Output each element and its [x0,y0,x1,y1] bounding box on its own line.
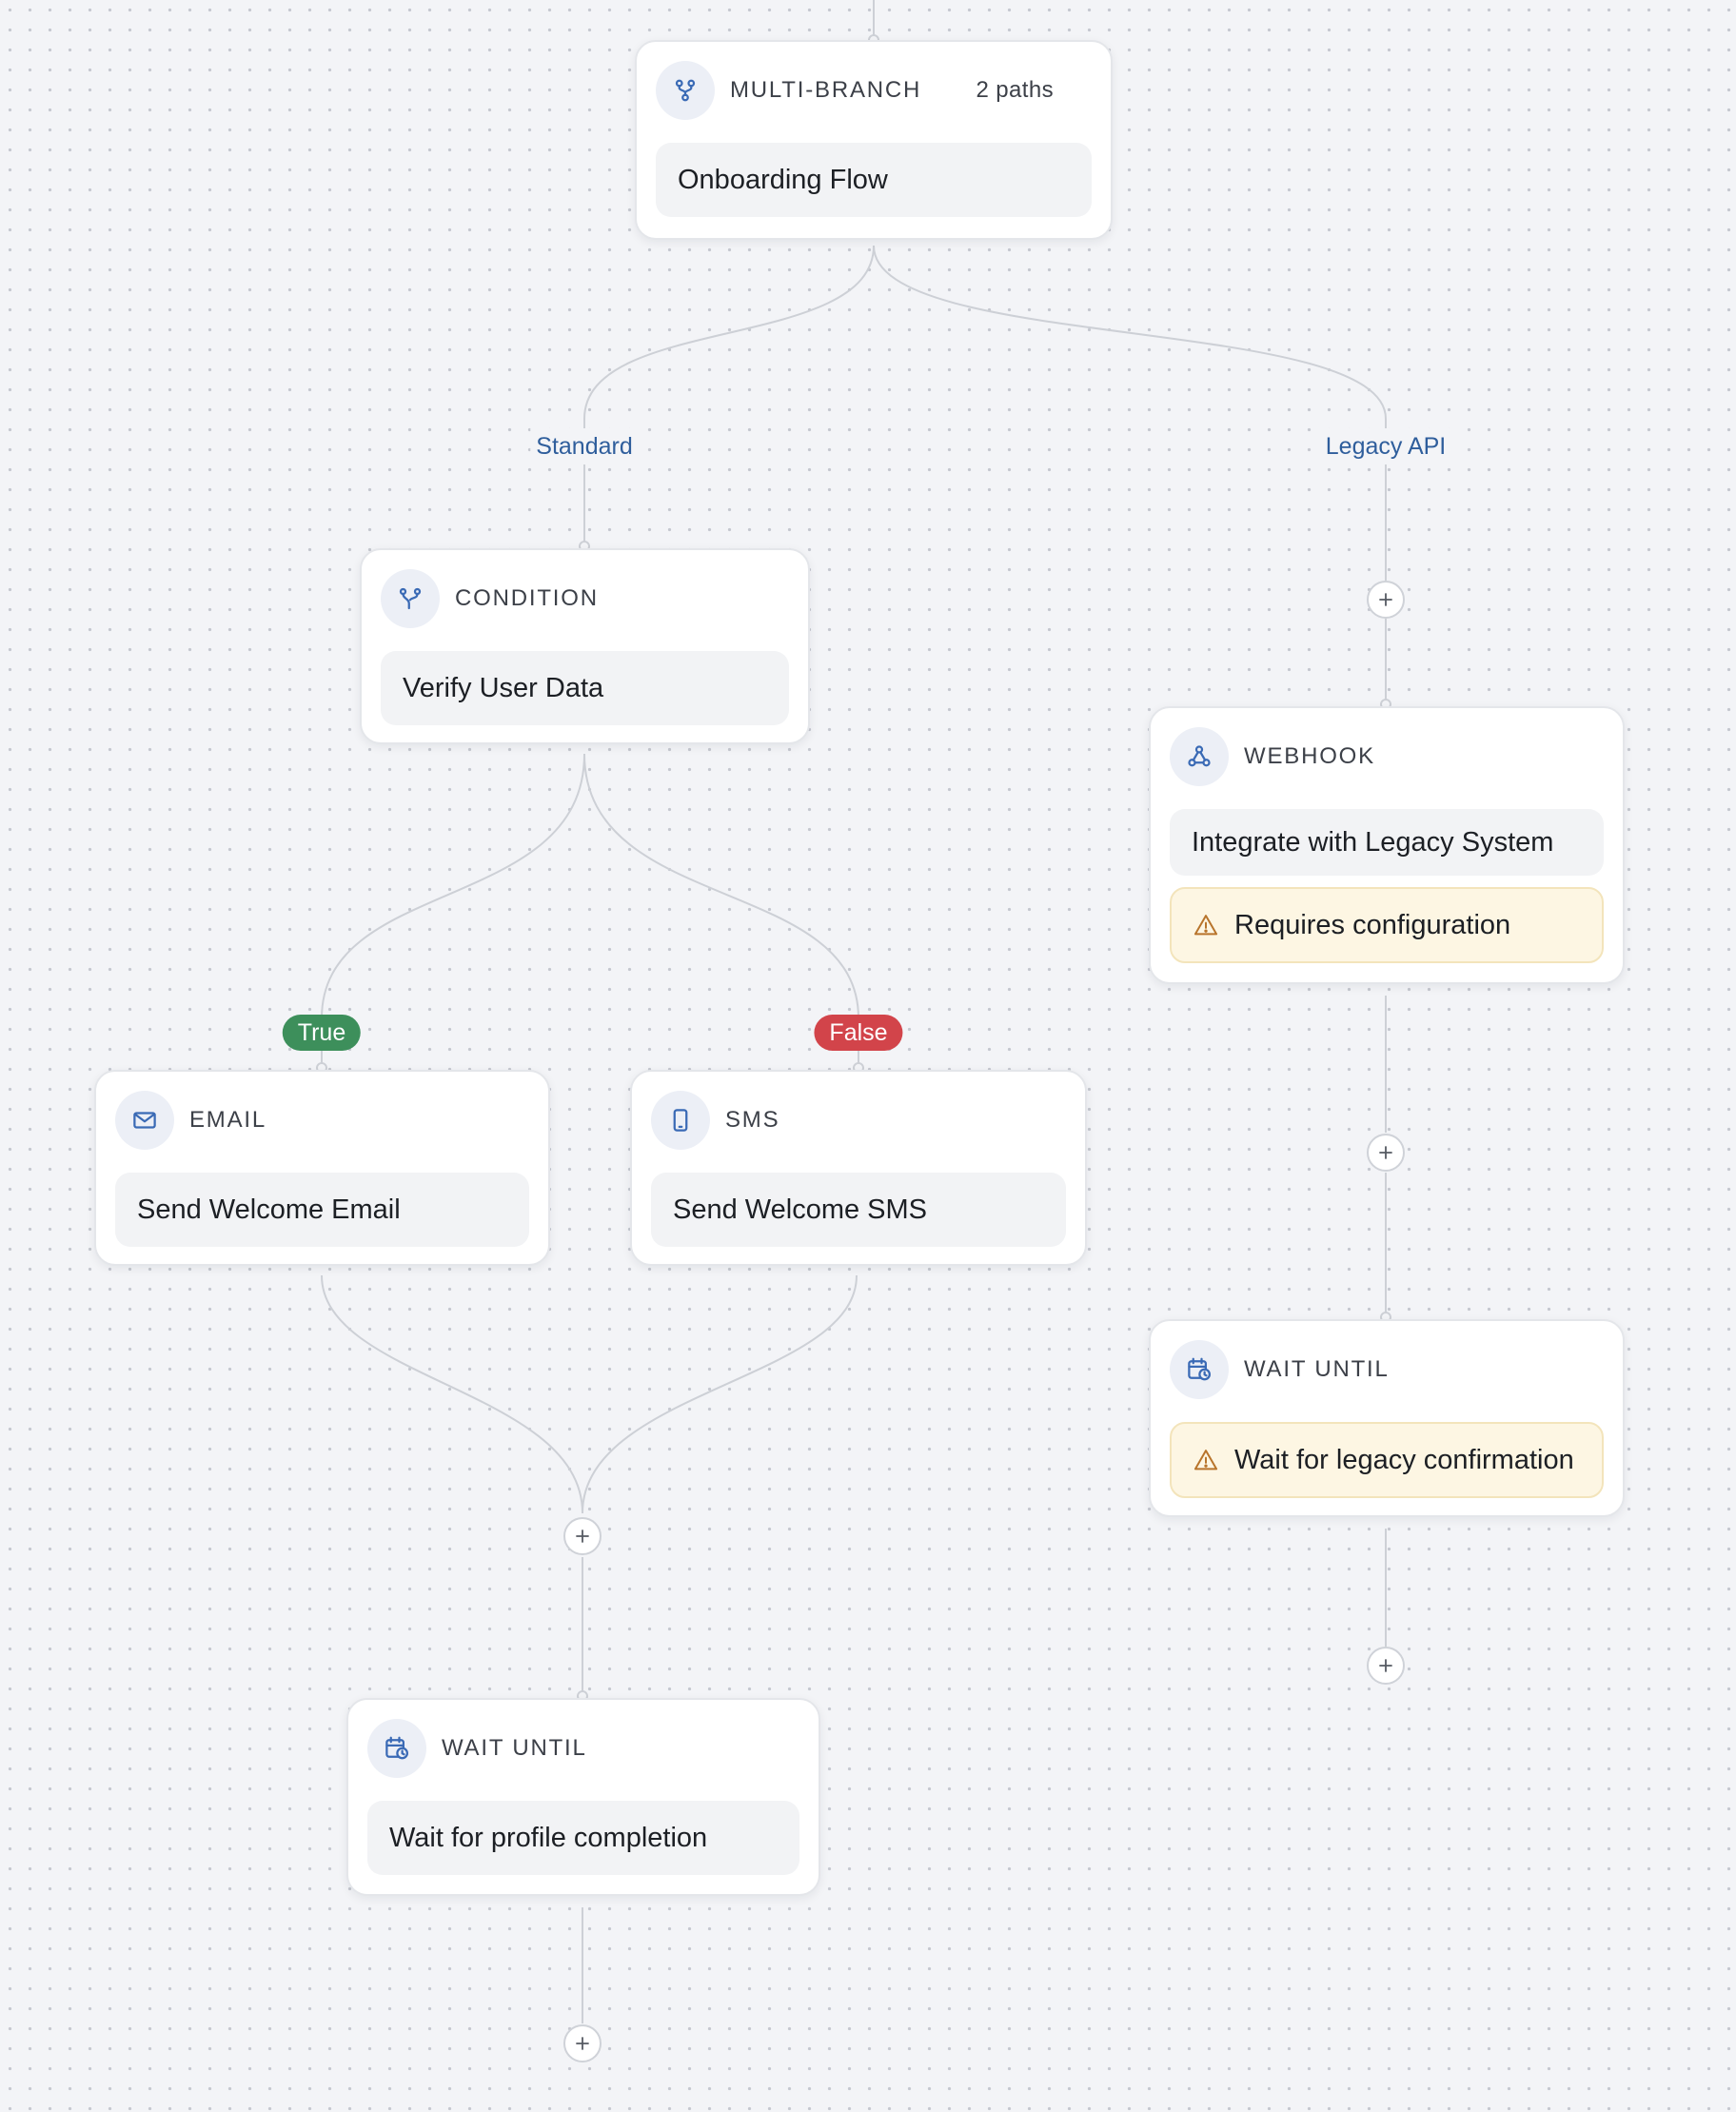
smartphone-icon [651,1091,710,1150]
path-count: 2 paths [976,77,1054,103]
plus-icon [1379,1659,1392,1672]
warning-triangle-icon [1194,1450,1218,1471]
add-step-button-webhook[interactable] [1367,1134,1405,1172]
edge-label-true[interactable]: True [282,1015,362,1051]
add-step-button-profile-end[interactable] [563,2024,602,2063]
edge-standard [583,245,875,543]
node-title-field[interactable]: Send Welcome Email [115,1173,529,1247]
node-header: WAIT UNTIL [367,1719,799,1778]
edge-true [321,753,585,1064]
wait-legacy-node[interactable]: WAIT UNTIL Wait for legacy confirmation [1149,1319,1625,1517]
edge-false [583,753,859,1064]
node-header: SMS [651,1091,1066,1150]
node-type-label: WEBHOOK [1244,743,1375,769]
plus-icon [576,2037,589,2050]
node-title-field[interactable]: Send Welcome SMS [651,1173,1066,1247]
sms-node[interactable]: SMS Send Welcome SMS [630,1070,1087,1266]
multibranch-node[interactable]: MULTI-BRANCH 2 paths Onboarding Flow [635,40,1113,240]
edge-legacy [873,245,1387,581]
node-header: MULTI-BRANCH 2 paths [656,61,1092,120]
node-title-field[interactable]: Wait for profile completion [367,1801,799,1875]
webhook-icon [1170,727,1229,786]
node-title-field[interactable]: Integrate with Legacy System [1170,809,1604,876]
warning-triangle-icon [1194,915,1218,936]
warning-text: Requires configuration [1234,909,1511,940]
add-step-button-merge[interactable] [563,1517,602,1555]
condition-split-icon [381,569,440,628]
edge-merge-email [321,1274,583,1514]
plus-icon [1379,1146,1392,1159]
node-title-field[interactable]: Verify User Data [381,651,789,725]
add-step-button-legacy-end[interactable] [1367,1647,1405,1685]
wait-profile-node[interactable]: WAIT UNTIL Wait for profile completion [346,1698,820,1896]
add-step-button-legacy[interactable] [1367,581,1405,619]
workflow-canvas[interactable]: MULTI-BRANCH 2 paths Onboarding Flow Sta… [0,0,1736,2112]
node-header: WEBHOOK [1170,727,1604,786]
config-warning[interactable]: Wait for legacy confirmation [1170,1422,1604,1498]
node-header: EMAIL [115,1091,529,1150]
plus-icon [576,1530,589,1543]
node-type-label: EMAIL [189,1107,267,1133]
node-type-label: WAIT UNTIL [1244,1356,1390,1382]
node-type-label: CONDITION [455,585,599,611]
webhook-node[interactable]: WEBHOOK Integrate with Legacy System Req… [1149,706,1625,984]
node-type-label: MULTI-BRANCH [730,77,922,103]
edge-label-standard[interactable]: Standard [530,428,639,464]
calendar-clock-icon [367,1719,426,1778]
node-type-label: SMS [725,1107,780,1133]
edge-label-legacy[interactable]: Legacy API [1319,428,1452,464]
edge-merge-sms [582,1274,858,1514]
config-warning[interactable]: Requires configuration [1170,887,1604,963]
node-type-label: WAIT UNTIL [442,1735,587,1761]
node-header: WAIT UNTIL [1170,1340,1604,1399]
connection-layer [316,0,1391,2023]
branch-fork-icon [656,61,715,120]
warning-text: Wait for legacy confirmation [1234,1444,1574,1475]
node-title-field[interactable]: Onboarding Flow [656,143,1092,217]
plus-icon [1379,593,1392,606]
calendar-clock-icon [1170,1340,1229,1399]
envelope-icon [115,1091,174,1150]
edge-label-false[interactable]: False [814,1015,903,1051]
node-header: CONDITION [381,569,789,628]
email-node[interactable]: EMAIL Send Welcome Email [94,1070,550,1266]
condition-node[interactable]: CONDITION Verify User Data [360,548,810,744]
